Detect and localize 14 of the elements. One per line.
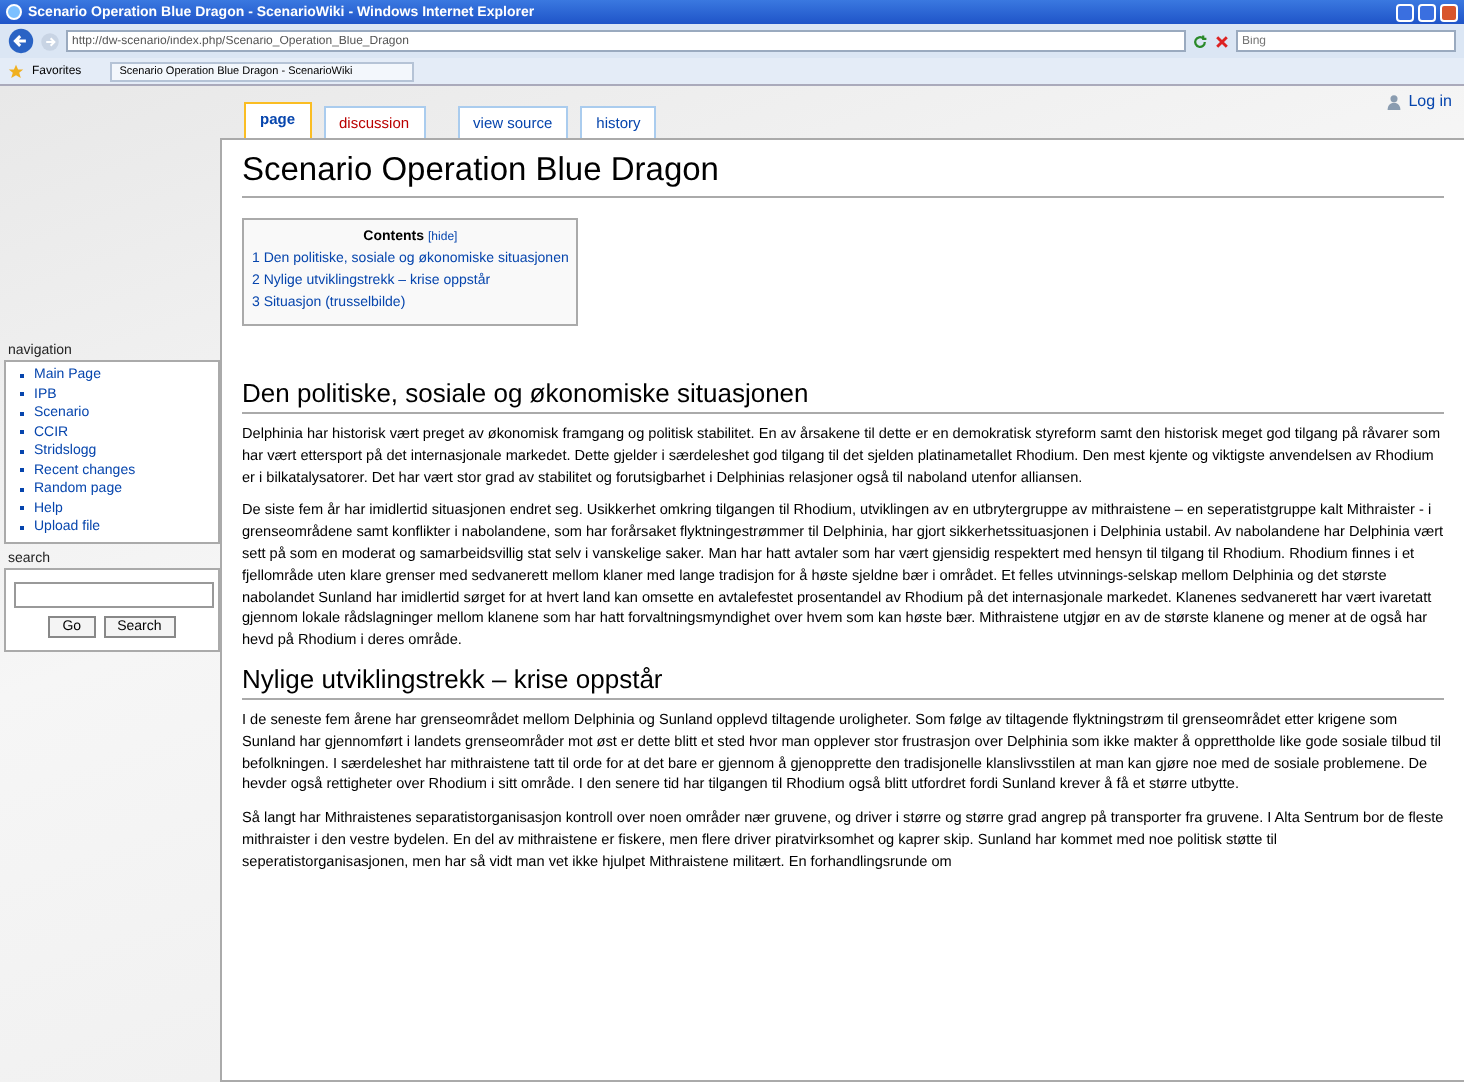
search-input[interactable] <box>14 581 214 607</box>
minimize-button[interactable] <box>1396 3 1414 21</box>
page-title: Scenario Operation Blue Dragon <box>242 152 1444 198</box>
close-button[interactable] <box>1440 3 1458 21</box>
stop-icon[interactable] <box>1214 33 1230 49</box>
user-icon <box>1386 93 1403 109</box>
maximize-button[interactable] <box>1418 3 1436 21</box>
login-link[interactable]: Log in <box>1408 92 1452 110</box>
back-icon[interactable] <box>8 28 34 54</box>
star-icon[interactable] <box>8 63 24 79</box>
section-heading: Nylige utviklingstrekk – krise oppstår <box>242 663 1444 700</box>
browser-icon <box>6 4 22 20</box>
refresh-icon[interactable] <box>1192 33 1208 49</box>
section-heading: Den politiske, sosiale og økonomiske situasjonen <box>242 378 1444 414</box>
